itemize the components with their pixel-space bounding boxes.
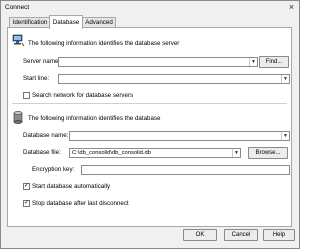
database-cylinder-icon bbox=[13, 111, 23, 124]
start-line-label: Start line: bbox=[23, 75, 50, 82]
chevron-down-icon[interactable]: ▼ bbox=[281, 75, 289, 83]
window-title: Connect bbox=[5, 4, 30, 11]
database-name-label: Database name: bbox=[23, 132, 69, 139]
server-name-combobox[interactable]: ▼ bbox=[58, 57, 258, 67]
find-button[interactable]: Find... bbox=[259, 56, 289, 68]
encryption-key-field[interactable] bbox=[81, 165, 290, 175]
chevron-down-icon[interactable]: ▼ bbox=[232, 149, 240, 157]
search-network-label: Search network for database servers bbox=[32, 92, 134, 99]
start-automatically-label: Start database automatically bbox=[32, 183, 111, 190]
stop-after-disconnect-checkbox[interactable]: ✓ bbox=[23, 200, 30, 207]
network-computer-icon bbox=[12, 34, 25, 47]
database-tab-panel: The following information identifies the… bbox=[7, 27, 292, 227]
database-section-heading: The following information identifies the… bbox=[28, 115, 161, 122]
tab-identification-label: Identification bbox=[12, 19, 48, 26]
server-section-heading: The following information identifies the… bbox=[28, 40, 180, 47]
help-button[interactable]: Help bbox=[263, 229, 295, 241]
check-icon: ✓ bbox=[24, 200, 30, 206]
stop-after-disconnect-label: Stop database after last disconnect bbox=[32, 200, 129, 207]
database-file-value: C:\db_consolid\db_consolid.db bbox=[72, 150, 151, 156]
chevron-down-icon[interactable]: ▼ bbox=[249, 58, 257, 66]
connect-dialog: Connect × Identification Database Advanc… bbox=[0, 0, 300, 249]
search-network-checkbox[interactable] bbox=[23, 92, 30, 99]
database-name-combobox[interactable]: ▼ bbox=[69, 131, 290, 141]
start-automatically-checkbox[interactable]: ✓ bbox=[23, 183, 30, 190]
encryption-key-label: Encryption key: bbox=[32, 166, 75, 173]
start-line-combobox[interactable]: ▼ bbox=[58, 74, 290, 84]
tab-database[interactable]: Database bbox=[49, 15, 83, 29]
chevron-down-icon[interactable]: ▼ bbox=[281, 132, 289, 140]
tab-advanced-label: Advanced bbox=[85, 19, 113, 26]
database-file-combobox[interactable]: C:\db_consolid\db_consolid.db ▼ bbox=[69, 148, 241, 158]
cancel-button[interactable]: Cancel bbox=[224, 229, 258, 241]
server-name-label: Server name: bbox=[23, 58, 61, 65]
tab-database-label: Database bbox=[52, 19, 80, 26]
ok-button[interactable]: OK bbox=[183, 229, 217, 241]
check-icon: ✓ bbox=[24, 183, 30, 189]
section-divider bbox=[12, 103, 287, 104]
close-icon[interactable]: × bbox=[286, 2, 297, 12]
database-file-label: Database file: bbox=[23, 149, 61, 156]
browse-button[interactable]: Browse... bbox=[248, 147, 288, 159]
title-bar: Connect × bbox=[1, 1, 299, 14]
